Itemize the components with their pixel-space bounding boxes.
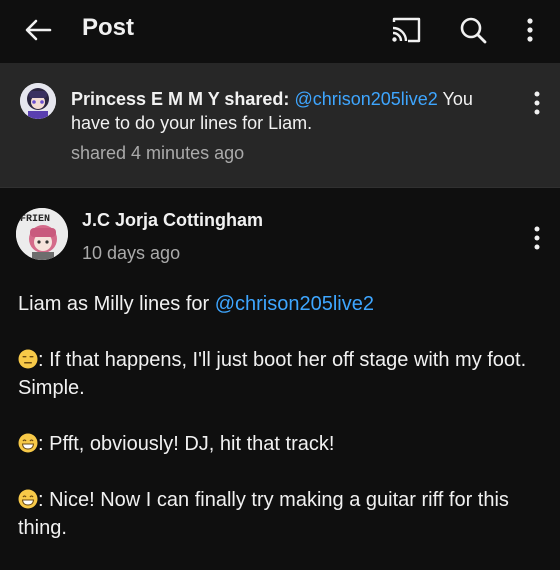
author-name[interactable]: J.C Jorja Cottingham: [82, 210, 263, 231]
grinning-face-icon: [18, 433, 38, 453]
search-icon: [460, 17, 487, 44]
divider: [0, 187, 560, 188]
post-intro: Liam as Milly lines for @chrison205live2: [18, 290, 543, 318]
grinning-face-icon: [18, 489, 38, 509]
back-button[interactable]: [20, 12, 56, 48]
post-line-text: : Nice! Now I can finally try making a g…: [18, 489, 509, 539]
expressionless-face-icon: [18, 349, 38, 369]
sharer-name[interactable]: Princess E M M Y shared:: [71, 89, 289, 109]
post-line-text: : If that happens, I'll just boot her of…: [18, 349, 527, 399]
cast-icon: [392, 17, 421, 43]
more-vertical-icon: [527, 18, 533, 42]
avatar-image: [20, 83, 56, 119]
shared-timestamp: shared 4 minutes ago: [71, 143, 245, 163]
post-intro-text: Liam as Milly lines for: [18, 293, 215, 315]
post-body: Liam as Milly lines for @chrison205live2…: [18, 290, 543, 570]
shared-post-card[interactable]: Princess E M M Y shared: @chrison205live…: [0, 63, 560, 187]
more-vertical-icon: [534, 226, 540, 250]
shared-card-menu-button[interactable]: [527, 87, 547, 119]
avatar-text: FRIEN: [20, 214, 50, 225]
post-line: : Pfft, obviously! DJ, hit that track!: [18, 430, 543, 458]
cast-button[interactable]: [388, 14, 424, 46]
author-avatar[interactable]: FRIEN: [16, 208, 68, 260]
more-vertical-icon: [534, 91, 540, 115]
arrow-left-icon: [25, 19, 52, 41]
post-timestamp: 10 days ago: [82, 243, 181, 263]
post-line-text: : Pfft, obviously! DJ, hit that track!: [38, 433, 335, 455]
more-options-button[interactable]: [518, 14, 542, 46]
post-line: : Nice! Now I can finally try making a g…: [18, 486, 543, 542]
post-line: : If that happens, I'll just boot her of…: [18, 346, 543, 402]
shared-message: Princess E M M Y shared: @chrison205live…: [71, 87, 491, 135]
search-button[interactable]: [456, 14, 492, 46]
mention-link[interactable]: @chrison205live2: [215, 293, 374, 315]
post-menu-button[interactable]: [527, 222, 547, 254]
page-title: Post: [82, 14, 135, 41]
avatar[interactable]: [20, 83, 56, 119]
avatar-image: FRIEN: [16, 208, 68, 260]
mention-link[interactable]: @chrison205live2: [294, 89, 437, 109]
top-app-bar: Post: [0, 0, 560, 60]
